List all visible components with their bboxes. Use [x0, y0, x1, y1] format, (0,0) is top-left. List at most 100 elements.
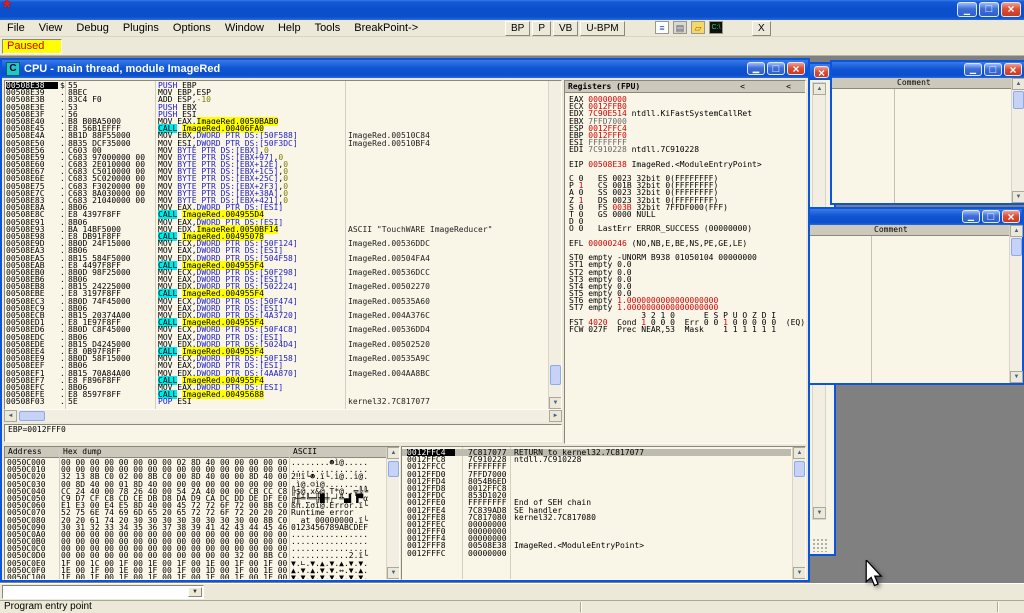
registers-prev-button[interactable]: <	[740, 81, 745, 92]
menu-button-vb[interactable]: VB	[553, 21, 578, 36]
cpu-window[interactable]: C CPU - main thread, module ImageRed 005…	[0, 58, 810, 582]
register-line[interactable]: T 0 GS 0000 NULL	[569, 211, 803, 218]
scroll-thumb[interactable]	[794, 461, 805, 477]
disasm-row[interactable]: 00508F03.5EPOP ESIkernel32.7C817077	[5, 398, 548, 405]
dump-row[interactable]: 0050C1001F 00 1F 00 1F 00 1F 00 1F 00 1F…	[5, 574, 385, 580]
scroll-down-icon[interactable]	[1010, 371, 1023, 383]
combo-dropdown-icon[interactable]	[188, 587, 202, 597]
disasm-row[interactable]: 00508EFE.E8 8597F8FFCALL ImageRed.004956…	[5, 391, 548, 398]
scroll-down-icon[interactable]	[813, 507, 826, 519]
win2-scrollbar[interactable]	[1009, 225, 1022, 383]
cpu-window-title-bar[interactable]: C CPU - main thread, module ImageRed	[2, 60, 808, 78]
disasm-hscrollbar[interactable]	[4, 410, 562, 422]
register-line[interactable]: O 0 LastErr ERROR_SUCCESS (00000000)	[569, 225, 803, 232]
disasm-instruction: POP ESI	[158, 398, 192, 405]
cpu-close-button[interactable]	[787, 62, 805, 75]
book-icon[interactable]: ▤	[673, 21, 687, 34]
stack-row[interactable]: 0012FFE87C817080kernel32.7C817080	[402, 514, 791, 521]
scroll-thumb[interactable]	[19, 411, 45, 421]
disasm-vscrollbar[interactable]	[548, 81, 561, 409]
register-line[interactable]: FCW 027F Prec NEAR,53 Mask 1 1 1 1 1 1	[569, 326, 803, 333]
menu-button-ubpm[interactable]: U-BPM	[580, 21, 624, 36]
disasm-row[interactable]: 00508E3B.83C4 F0ADD ESP,-10	[5, 96, 548, 103]
stack-row[interactable]: 0012FFF800508E38ImageRed.<ModuleEntryPoi…	[402, 542, 791, 549]
menu-options[interactable]: Options	[166, 20, 218, 37]
register-line[interactable]: EIP 00508E38 ImageRed.<ModuleEntryPoint>	[569, 161, 803, 168]
cpu-minimize-button[interactable]	[747, 62, 765, 75]
stack-vscrollbar[interactable]	[792, 447, 805, 579]
scroll-down-icon[interactable]	[387, 567, 400, 579]
stack-row[interactable]: 0012FFC47C817077RETURN to kernel32.7C817…	[402, 449, 791, 456]
comment-window-2[interactable]: Comment	[806, 207, 1024, 385]
menu-help[interactable]: Help	[271, 20, 308, 37]
scroll-thumb[interactable]	[1013, 91, 1024, 109]
hex-dump-header[interactable]: Address Hex dump ASCII	[5, 447, 399, 458]
folder-icon[interactable]: ▱	[691, 21, 705, 34]
cpu-maximize-button[interactable]	[767, 62, 785, 75]
scroll-thumb[interactable]	[550, 365, 561, 385]
disasm-row[interactable]: 00508E3E.53PUSH EBX	[5, 104, 548, 111]
disasm-comment: ImageRed.00504FA4	[348, 255, 430, 262]
resize-grip[interactable]	[812, 538, 828, 552]
restore-button[interactable]	[979, 2, 999, 17]
console-icon[interactable]: C:\	[709, 21, 723, 34]
close-button[interactable]	[1001, 2, 1021, 17]
stack-pane[interactable]: 0012FFC47C817077RETURN to kernel32.7C817…	[401, 446, 806, 580]
stack-row[interactable]: 0012FFDC853D1020	[402, 492, 791, 499]
cpu-window-icon: C	[6, 62, 20, 76]
scroll-down-icon[interactable]	[1012, 191, 1024, 203]
menu-file[interactable]: File	[0, 20, 32, 37]
stack-row[interactable]: 0012FFD80012FFC8	[402, 485, 791, 492]
win2-close-button[interactable]	[1002, 210, 1020, 223]
comment-window-1[interactable]: Comment	[830, 60, 1024, 205]
register-line[interactable]: EFL 00000246 (NO,NB,E,BE,NS,PE,GE,LE)	[569, 240, 803, 247]
stack-row[interactable]: 0012FFD48054B6ED	[402, 478, 791, 485]
hex-dump-pane[interactable]: Address Hex dump ASCII 0050C00000 00 00 …	[4, 446, 400, 580]
command-combobox[interactable]	[2, 585, 204, 599]
stack-row[interactable]: 0012FFC87C910228ntdll.7C910228	[402, 456, 791, 463]
stack-row[interactable]: 0012FFFC00000000	[402, 550, 791, 557]
menu-breakpoint[interactable]: BreakPoint->	[347, 20, 425, 37]
scroll-down-icon[interactable]	[793, 567, 806, 579]
menu-plugins[interactable]: Plugins	[116, 20, 166, 37]
menu-view[interactable]: View	[32, 20, 70, 37]
stack-row[interactable]: 0012FFE0FFFFFFFFEnd of SEH chain	[402, 499, 791, 506]
win1-minimize-button[interactable]	[964, 63, 982, 76]
scroll-down-icon[interactable]	[549, 397, 562, 409]
menu-button-bp[interactable]: BP	[505, 21, 530, 36]
win1-maximize-button[interactable]	[984, 63, 1002, 76]
scroll-up-icon[interactable]	[387, 447, 400, 459]
register-line[interactable]: EDI 7C910228 ntdll.7C910228	[569, 146, 803, 153]
registers-pane[interactable]: Registers (FPU) < < EAX 00000000ECX 0012…	[564, 80, 806, 444]
notepad-icon[interactable]: ≡	[655, 21, 669, 34]
scroll-left-icon[interactable]	[4, 410, 17, 422]
scroll-thumb[interactable]	[388, 461, 399, 477]
minimize-button[interactable]	[957, 2, 977, 17]
win2-maximize-button[interactable]	[982, 210, 1000, 223]
dump-vscrollbar[interactable]	[386, 447, 399, 579]
win2-minimize-button[interactable]	[962, 210, 980, 223]
stack-row[interactable]: 0012FFCCFFFFFFFF	[402, 463, 791, 470]
stack-row[interactable]: 0012FFE47C839AD8SE handler	[402, 507, 791, 514]
menu-button-p[interactable]: P	[532, 21, 551, 36]
win1-close-button[interactable]	[1004, 63, 1022, 76]
scroll-up-icon[interactable]	[813, 83, 826, 95]
scroll-up-icon[interactable]	[793, 447, 806, 459]
disassembly-pane[interactable]: 00508E38$55PUSH EBP00508E39.8BECMOV EBP,…	[4, 80, 562, 410]
scroll-thumb[interactable]	[1011, 238, 1022, 256]
win1-scrollbar[interactable]	[1011, 78, 1024, 203]
comment-column-header[interactable]: Comment	[832, 78, 1011, 89]
stack-row[interactable]: 0012FFEC00000000	[402, 521, 791, 528]
scroll-up-icon[interactable]	[1012, 78, 1024, 90]
scroll-right-icon[interactable]	[549, 410, 562, 422]
hidden-window-close-button[interactable]	[814, 66, 829, 78]
menu-close-button[interactable]: X	[752, 21, 771, 36]
stack-row[interactable]: 0012FFF000000000	[402, 528, 791, 535]
menu-debug[interactable]: Debug	[69, 20, 115, 37]
menu-window[interactable]: Window	[218, 20, 271, 37]
stack-row[interactable]: 0012FFD07FFD7000	[402, 471, 791, 478]
registers-next-button[interactable]: <	[786, 81, 791, 92]
menu-tools[interactable]: Tools	[308, 20, 348, 37]
scroll-up-icon[interactable]	[1010, 225, 1023, 237]
comment-column-header[interactable]: Comment	[808, 225, 1009, 236]
